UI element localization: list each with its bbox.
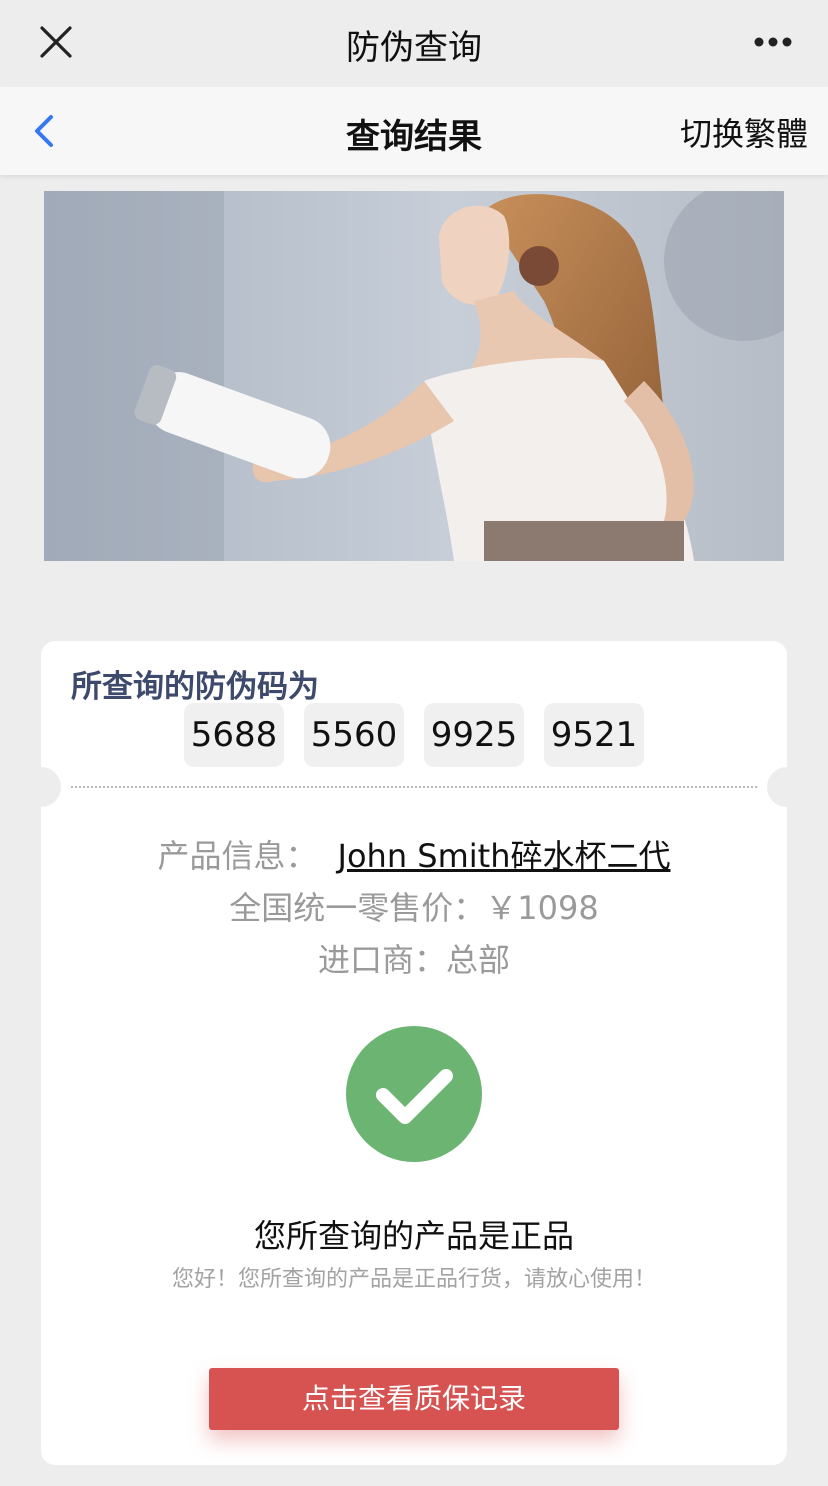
code-segment: 5560 bbox=[304, 703, 404, 767]
product-name-link[interactable]: John Smith碎水杯二代 bbox=[338, 837, 671, 875]
code-segment: 5688 bbox=[184, 703, 284, 767]
check-circle-icon bbox=[345, 1025, 483, 1163]
product-info-row: 产品信息： John Smith碎水杯二代 bbox=[41, 831, 787, 877]
dotted-divider bbox=[71, 786, 757, 788]
mini-program-top-bar: 防伪查询 bbox=[0, 0, 828, 87]
price-value: ￥1098 bbox=[485, 889, 599, 927]
product-info-label: 产品信息： bbox=[157, 837, 318, 875]
result-card: 所查询的防伪码为 5688 5560 9925 9521 产品信息： John S… bbox=[21, 641, 807, 1465]
banner-photo bbox=[44, 191, 784, 561]
page-title: 防伪查询 bbox=[346, 28, 482, 68]
code-segment: 9521 bbox=[544, 703, 644, 767]
view-warranty-button[interactable]: 点击查看质保记录 bbox=[209, 1368, 619, 1430]
nav-bar: 查询结果 切换繁體 bbox=[0, 87, 828, 175]
ticket-notch-left bbox=[21, 767, 61, 807]
code-section-title: 所查询的防伪码为 bbox=[71, 669, 319, 705]
result-subtitle: 您好！您所查询的产品是正品行货，请放心使用！ bbox=[171, 1267, 656, 1292]
importer-label: 进口商： bbox=[317, 941, 446, 979]
product-banner-image bbox=[44, 191, 784, 561]
ticket-notch-right bbox=[767, 767, 807, 807]
code-segment: 9925 bbox=[424, 703, 524, 767]
result-title: 您所查询的产品是正品 bbox=[253, 1217, 574, 1255]
importer-value: 总部 bbox=[446, 941, 511, 979]
code-group-row: 5688 5560 9925 9521 bbox=[184, 703, 644, 767]
more-icon[interactable] bbox=[754, 36, 792, 48]
price-label: 全国统一零售价： bbox=[229, 889, 486, 927]
importer-row: 进口商：总部 bbox=[41, 935, 787, 981]
switch-traditional-button[interactable]: 切换繁體 bbox=[680, 109, 808, 155]
price-row: 全国统一零售价：￥1098 bbox=[41, 883, 787, 929]
